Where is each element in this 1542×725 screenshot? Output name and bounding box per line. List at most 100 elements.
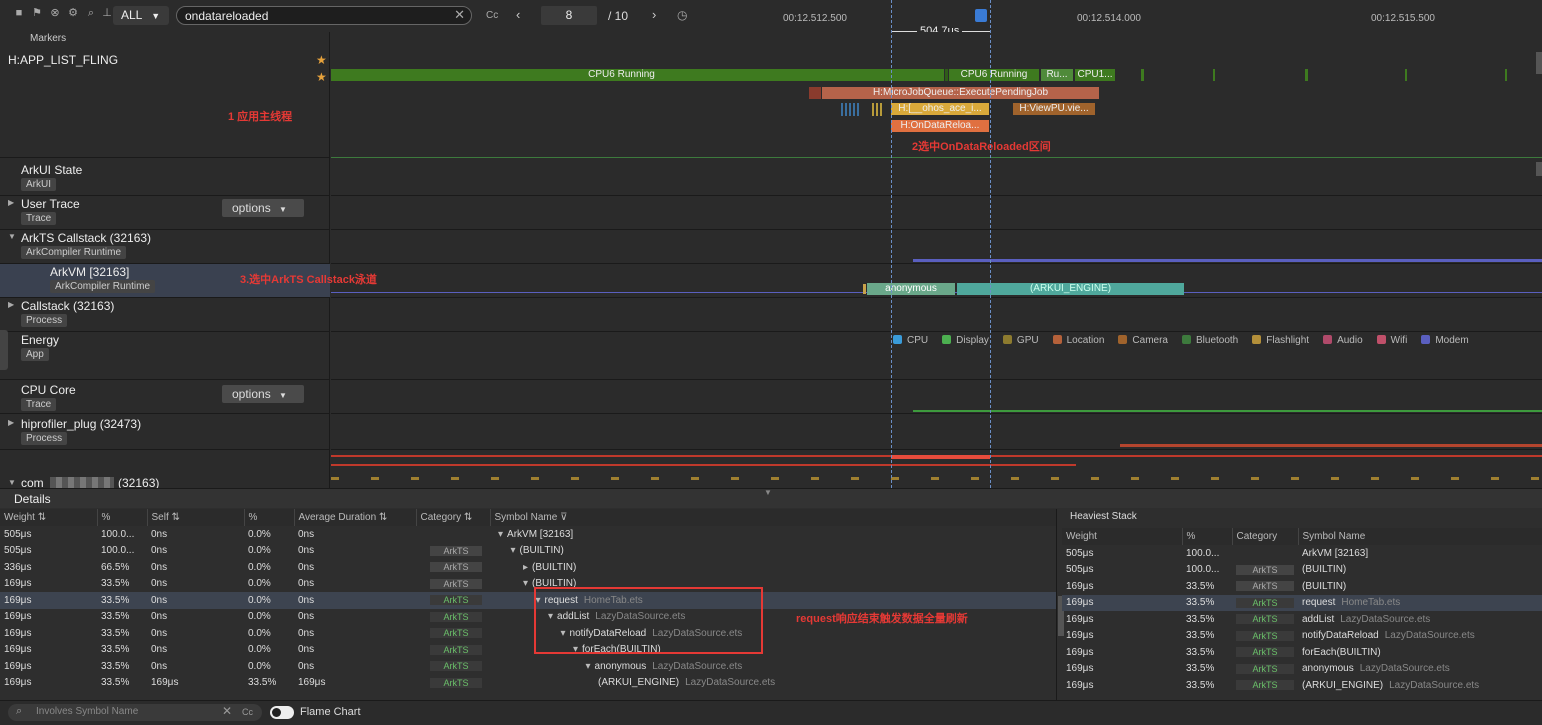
options-button[interactable]: options ▼ bbox=[222, 199, 304, 217]
options-button[interactable]: options ▼ bbox=[222, 385, 304, 403]
stack-row[interactable]: 169μs 33.5% ArkTS anonymous LazyDataSource.e… bbox=[1062, 661, 1542, 678]
column-header[interactable]: Category ⇅ bbox=[415, 509, 490, 526]
slice-cpu6-running[interactable]: CPU6 Running bbox=[949, 69, 1039, 81]
table-row[interactable]: 169μs 33.5% 0ns 0.0% 0ns ArkTS ▾ anonymous LazyD… bbox=[0, 658, 1056, 675]
stack-row[interactable]: 505μs 100.0... ArkTS (BUILTIN) bbox=[1062, 562, 1542, 579]
settings-icon[interactable]: ⚙ bbox=[67, 7, 79, 19]
table-row[interactable]: 169μs 33.5% 0ns 0.0% 0ns ArkTS ▾ request HomeTab… bbox=[0, 592, 1056, 609]
slice-segment[interactable] bbox=[841, 103, 859, 116]
slice-segment[interactable] bbox=[872, 103, 884, 116]
legend-item[interactable]: Wifi bbox=[1376, 335, 1407, 346]
scrollbar[interactable] bbox=[1536, 162, 1542, 176]
table-row[interactable]: 169μs 33.5% 0ns 0.0% 0ns ArkTS ▾ (BUILTIN) bbox=[0, 576, 1056, 593]
slice-segment[interactable] bbox=[945, 69, 948, 81]
column-header[interactable]: Weight bbox=[1062, 528, 1182, 545]
expand-arrow-icon[interactable]: ▸ bbox=[523, 562, 528, 573]
legend-item[interactable]: Modem bbox=[1421, 335, 1469, 346]
column-header[interactable]: % bbox=[96, 509, 147, 526]
column-header[interactable]: Average Duration ⇅ bbox=[293, 509, 416, 526]
case-toggle[interactable]: Cc bbox=[242, 707, 253, 717]
column-header[interactable]: Self ⇅ bbox=[146, 509, 244, 526]
selection-end[interactable] bbox=[990, 0, 991, 488]
column-header[interactable]: % bbox=[243, 509, 294, 526]
search-input[interactable]: ondatareloaded ✕ bbox=[176, 6, 472, 25]
legend-item[interactable]: Flashlight bbox=[1252, 335, 1309, 346]
expand-icon[interactable]: ▶ bbox=[8, 198, 14, 207]
column-header[interactable]: Symbol Name ⊽ bbox=[489, 509, 1056, 526]
legend-item[interactable]: Bluetooth bbox=[1181, 335, 1238, 346]
expand-icon[interactable]: ▶ bbox=[8, 300, 14, 309]
slice-ondatareload[interactable]: H:OnDataReloa... bbox=[891, 120, 989, 132]
column-header[interactable]: % bbox=[1181, 528, 1232, 545]
slice-segment[interactable] bbox=[863, 284, 866, 294]
filter-select[interactable]: ALL ▼ bbox=[113, 6, 169, 25]
clear-icon[interactable]: ✕ bbox=[454, 7, 465, 23]
column-header[interactable]: Category bbox=[1231, 528, 1298, 545]
clear-icon[interactable]: ✕ bbox=[222, 704, 232, 718]
table-row[interactable]: 336μs 66.5% 0ns 0.0% 0ns ArkTS ▸ (BUILTIN) bbox=[0, 559, 1056, 576]
page-input[interactable]: 8 bbox=[541, 6, 597, 25]
drag-handle-icon[interactable]: ▼ bbox=[764, 488, 772, 497]
slice-anonymous[interactable]: anonymous bbox=[867, 283, 955, 295]
slice-viewpu[interactable]: H:ViewPU.vie... bbox=[1013, 103, 1095, 115]
slice-arkui-engine[interactable]: (ARKUI_ENGINE) bbox=[957, 283, 1184, 295]
stack-row[interactable]: 169μs 33.5% ArkTS (BUILTIN) bbox=[1062, 578, 1542, 595]
legend-item[interactable]: Display bbox=[942, 335, 989, 346]
legend-item[interactable]: Location bbox=[1052, 335, 1104, 346]
collapse-icon[interactable]: ▼ bbox=[8, 478, 16, 487]
column-header[interactable]: Weight ⇅ bbox=[0, 509, 97, 526]
star-icon[interactable]: ★ bbox=[316, 70, 327, 84]
legend-item[interactable]: Camera bbox=[1118, 335, 1168, 346]
selection-start[interactable] bbox=[891, 0, 892, 488]
slice-segment[interactable] bbox=[1405, 69, 1407, 81]
search-icon[interactable]: ⌕ bbox=[85, 7, 97, 19]
expand-arrow-icon[interactable]: ▾ bbox=[498, 529, 503, 540]
flag-icon[interactable]: ⚑ bbox=[31, 7, 43, 19]
symbol-filter-input[interactable]: ⌕ Involves Symbol Name ✕ Cc bbox=[8, 704, 262, 721]
star-icon[interactable]: ★ bbox=[316, 53, 327, 67]
expand-arrow-icon[interactable]: ▾ bbox=[511, 545, 516, 556]
table-row[interactable]: 169μs 33.5% 169μs 33.5% 169μs ArkTS (ARKUI_ENG… bbox=[0, 675, 1056, 692]
table-row[interactable]: 169μs 33.5% 0ns 0.0% 0ns ArkTS ▾ forEach(BUILTI… bbox=[0, 642, 1056, 659]
expand-icon[interactable]: ▶ bbox=[8, 418, 14, 427]
stack-row[interactable]: 169μs 33.5% ArkTS notifyDataReload LazyDataS… bbox=[1062, 628, 1542, 645]
splitter[interactable] bbox=[1056, 509, 1057, 704]
slice-segment[interactable] bbox=[809, 87, 821, 99]
slice-segment[interactable] bbox=[912, 69, 944, 81]
next-icon[interactable]: › bbox=[652, 7, 656, 22]
prev-icon[interactable]: ‹ bbox=[516, 7, 520, 22]
slice-ru[interactable]: Ru... bbox=[1041, 69, 1073, 81]
slice-segment[interactable] bbox=[1213, 69, 1215, 81]
slice-segment[interactable] bbox=[1305, 69, 1308, 81]
slice-cpu6-running[interactable]: CPU6 Running bbox=[331, 69, 912, 81]
legend-item[interactable]: GPU bbox=[1002, 335, 1039, 346]
case-toggle[interactable]: Cc bbox=[486, 10, 498, 21]
collapse-icon[interactable]: ▼ bbox=[8, 232, 16, 241]
stack-row[interactable]: 169μs 33.5% ArkTS addList LazyDataSource.ets bbox=[1062, 611, 1542, 628]
expand-arrow-icon[interactable]: ▾ bbox=[523, 578, 528, 589]
table-row[interactable]: 505μs 100.0... 0ns 0.0% 0ns ArkTS ▾ (BUILTIN) bbox=[0, 543, 1056, 560]
collapse-handle[interactable] bbox=[0, 330, 8, 370]
slice-ohos-ace[interactable]: H:[__ohos_ace_i... bbox=[891, 103, 989, 115]
legend-item[interactable]: CPU bbox=[893, 335, 928, 346]
stack-row[interactable]: 169μs 33.5% ArkTS request HomeTab.ets bbox=[1062, 594, 1542, 611]
stack-row[interactable]: 169μs 33.5% ArkTS (ARKUI_ENGINE) LazyDataSou… bbox=[1062, 677, 1542, 694]
table-row[interactable]: 505μs 100.0... 0ns 0.0% 0ns ▾ ArkVM [32163] bbox=[0, 526, 1056, 543]
stack-row[interactable]: 505μs 100.0... ArkVM [32163] bbox=[1062, 545, 1542, 562]
stack-row[interactable]: 169μs 33.5% ArkTS forEach(BUILTIN) bbox=[1062, 644, 1542, 661]
column-header[interactable]: Symbol Name bbox=[1297, 528, 1542, 545]
square-icon[interactable]: ■ bbox=[13, 7, 25, 19]
pin-icon[interactable]: ⊥ bbox=[101, 7, 113, 19]
legend-item[interactable]: Audio bbox=[1323, 335, 1363, 346]
flag-marker[interactable] bbox=[975, 9, 987, 22]
cancel-icon[interactable]: ⊗ bbox=[49, 7, 61, 19]
flame-chart-toggle[interactable] bbox=[270, 706, 294, 719]
slice-cpu1[interactable]: CPU1... bbox=[1075, 69, 1115, 81]
slice-microjob[interactable]: H:MicroJobQueue::ExecutePendingJob bbox=[822, 87, 1099, 99]
scrollbar[interactable] bbox=[1536, 52, 1542, 74]
slice-segment[interactable] bbox=[1141, 69, 1144, 81]
expand-arrow-icon[interactable]: ▾ bbox=[586, 661, 591, 672]
table-row[interactable]: 169μs 33.5% 0ns 0.0% 0ns ArkTS ▾ notifyDataRelo… bbox=[0, 625, 1056, 642]
slice-segment[interactable] bbox=[1505, 69, 1507, 81]
clock-icon[interactable]: ◷ bbox=[677, 8, 687, 22]
